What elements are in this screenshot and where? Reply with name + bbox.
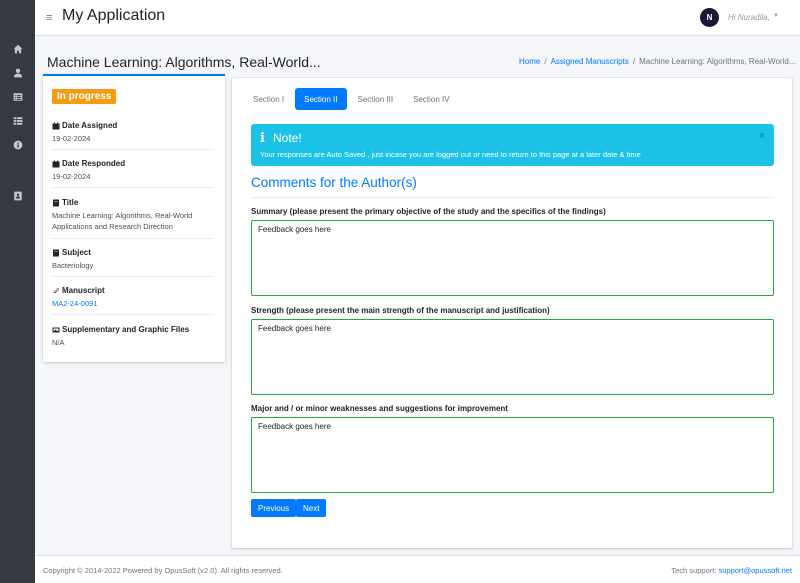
manuscript-label-row: Manuscript [52, 286, 214, 295]
title-value-line1: Machine Learning: Algorithms, Real-World [52, 211, 193, 220]
status-badge: In progress [52, 89, 117, 104]
files-label-row: Supplementary and Graphic Files [52, 325, 214, 334]
info-circle-icon[interactable] [11, 138, 24, 151]
user-icon[interactable] [11, 66, 24, 79]
chevron-down-icon[interactable]: ▼ [773, 13, 779, 19]
alert-body: Your responses are Auto Saved , just inc… [260, 150, 641, 159]
divider [52, 238, 214, 239]
title-value-line2: Applications and Research Direction [52, 222, 173, 231]
review-form-card: Section I Section II Section III Section… [232, 78, 792, 548]
avatar[interactable]: N [700, 8, 719, 27]
divider [52, 187, 214, 188]
paperclip-icon [53, 287, 59, 293]
previous-button[interactable]: Previous [251, 499, 297, 517]
supplementary-files-value: N/A [52, 338, 65, 347]
breadcrumb: Home / Assigned Manuscripts / Machine Learni… [519, 57, 795, 66]
section-title: Comments for the Author(s) [251, 175, 417, 190]
date-assigned-item: Date Assigned 19-02-2024 [52, 121, 214, 144]
manuscript-link[interactable]: MA2-24-0091 [52, 298, 214, 309]
image-icon [52, 327, 60, 332]
breadcrumb-separator: / [544, 57, 547, 66]
manuscript-info-card: In progress Date Assigned 19-02-2024 Dat… [43, 74, 225, 362]
supplementary-files-item: Supplementary and Graphic Files N/A [52, 325, 214, 348]
tab-section-4[interactable]: Section IV [404, 88, 458, 110]
title-item: Title Machine Learning: Algorithms, Real… [52, 198, 214, 232]
divider [251, 197, 774, 198]
title-label-row: Title [52, 198, 214, 207]
divider [52, 149, 214, 150]
title-label: Title [62, 198, 79, 207]
summary-field[interactable]: Feedback goes here [251, 220, 774, 296]
subject-value: Bacteriology [52, 261, 94, 270]
book-icon [53, 199, 59, 206]
th-list-icon[interactable] [11, 114, 24, 127]
top-navbar: ≡ My Application N Hi Nuradila, ▼ [35, 0, 800, 36]
footer: Copyright © 2014-2022 Powered by OpusSof… [35, 555, 800, 583]
app-title: My Application [62, 7, 166, 24]
title-value: Machine Learning: Algorithms, Real-World… [52, 210, 214, 232]
date-responded-label-row: Date Responded [52, 159, 214, 168]
strength-field[interactable]: Feedback goes here [251, 319, 774, 395]
breadcrumb-home-link[interactable]: Home [519, 57, 540, 66]
manuscript-label: Manuscript [62, 286, 105, 295]
subject-item: Subject Bacteriology [52, 248, 214, 271]
address-book-icon[interactable] [11, 189, 24, 202]
list-alt-icon[interactable] [11, 90, 24, 103]
sidebar [0, 0, 35, 583]
subject-label: Subject [62, 248, 91, 257]
calendar-icon [52, 122, 60, 129]
breadcrumb-assigned-link[interactable]: Assigned Manuscripts [551, 57, 629, 66]
date-responded-value: 19-02-2024 [52, 172, 91, 181]
calendar-icon [52, 160, 60, 167]
date-assigned-value: 19-02-2024 [52, 134, 91, 143]
tech-support: Tech support: support@opussoft.net [671, 566, 792, 575]
home-icon[interactable] [11, 42, 24, 55]
book-icon [53, 249, 59, 256]
support-email-link[interactable]: support@opussoft.net [719, 566, 793, 575]
tab-section-1[interactable]: Section I [244, 88, 293, 110]
next-button[interactable]: Next [296, 499, 327, 517]
summary-label: Summary (please present the primary obje… [251, 207, 606, 216]
breadcrumb-current: Machine Learning: Algorithms, Real-World… [639, 57, 796, 66]
tech-support-label: Tech support: [671, 566, 717, 575]
breadcrumb-separator: / [632, 57, 636, 66]
hamburger-menu-icon[interactable]: ≡ [46, 13, 52, 24]
date-responded-label: Date Responded [62, 159, 126, 168]
section-tabs: Section I Section II Section III Section… [244, 88, 459, 110]
info-icon: i [260, 131, 265, 146]
copyright-text: Copyright © 2014-2022 Powered by OpusSof… [43, 566, 283, 575]
subject-label-row: Subject [52, 248, 214, 257]
divider [52, 276, 214, 277]
strength-label: Strength (please present the main streng… [251, 306, 550, 315]
divider [52, 314, 214, 315]
date-assigned-label: Date Assigned [62, 121, 118, 130]
date-responded-item: Date Responded 19-02-2024 [52, 159, 214, 182]
tab-section-3[interactable]: Section III [349, 88, 403, 110]
close-icon[interactable]: × [759, 130, 765, 142]
supplementary-files-label: Supplementary and Graphic Files [62, 325, 190, 334]
date-assigned-label-row: Date Assigned [52, 121, 214, 130]
user-greeting[interactable]: Hi Nuradila, [728, 13, 770, 22]
alert-title: Note! [273, 131, 302, 145]
tab-section-2[interactable]: Section II [295, 88, 347, 110]
autosave-note-alert: i Note! Your responses are Auto Saved , … [251, 124, 774, 166]
weaknesses-field[interactable]: Feedback goes here [251, 417, 774, 493]
weaknesses-label: Major and / or minor weaknesses and sugg… [251, 404, 508, 413]
page-title: Machine Learning: Algorithms, Real-World… [47, 54, 321, 70]
manuscript-item: Manuscript MA2-24-0091 [52, 286, 214, 309]
